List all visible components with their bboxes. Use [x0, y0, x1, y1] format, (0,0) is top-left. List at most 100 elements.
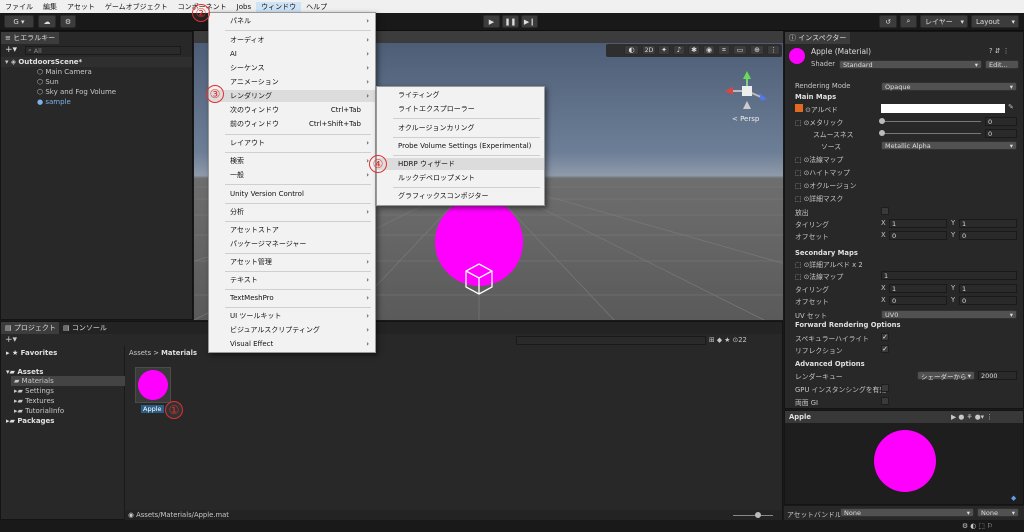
add-icon[interactable]: +▾ — [5, 45, 17, 55]
menu-item-lighting[interactable]: ライティング — [377, 89, 544, 101]
menu-item-next-window[interactable]: 次のウィンドウ Ctrl+Tab — [209, 104, 375, 116]
menu-help[interactable]: ヘルプ — [301, 2, 332, 12]
zoom-slider[interactable] — [733, 515, 773, 516]
menu-item-animation[interactable]: アニメーション › — [209, 76, 375, 88]
specular-checkbox[interactable]: ✓ — [881, 333, 889, 341]
hierarchy-item[interactable]: ● sample — [1, 97, 71, 107]
asset-bundle-variant-dropdown[interactable]: None ▾ — [977, 508, 1019, 517]
sec-offset-y-field[interactable]: 0 — [959, 296, 1017, 305]
menu-item-graphics-compositor[interactable]: グラフィックスコンポジター — [377, 190, 544, 202]
2d-toggle[interactable]: 2D — [642, 45, 656, 55]
gizmos-icon[interactable]: ▭ — [733, 45, 747, 55]
sec-offset-x-field[interactable]: 0 — [889, 296, 947, 305]
sec-normal-value[interactable]: 1 — [881, 271, 1017, 280]
gameobject-cube-icon[interactable] — [464, 262, 494, 296]
rendering-mode-dropdown[interactable]: Opaque ▾ — [881, 82, 1017, 91]
breadcrumb-assets[interactable]: Assets — [129, 349, 151, 357]
console-tab[interactable]: ▤ コンソール — [59, 322, 111, 334]
menu-item-version-control[interactable]: Unity Version Control — [209, 188, 375, 200]
edit-button[interactable]: Edit... — [985, 60, 1019, 69]
tag-icon[interactable]: ◆ — [1011, 494, 1016, 502]
sec-tiling-y-field[interactable]: 1 — [959, 284, 1017, 293]
lighting-icon[interactable]: ✦ — [658, 45, 670, 55]
status-icons[interactable]: ⚙ ◐ ⬚ ⚐ — [962, 522, 993, 530]
step-button[interactable]: ▶❙ — [521, 15, 538, 28]
help-icon[interactable]: ? ⇵ ⋮ — [989, 47, 1009, 55]
menu-item-asset-store[interactable]: アセットストア — [209, 224, 375, 236]
metallic-slider-handle[interactable] — [879, 118, 885, 124]
account-dropdown[interactable]: G ▾ — [4, 15, 34, 28]
packages-row[interactable]: ▸ ▰ Packages — [1, 416, 54, 426]
hierarchy-item[interactable]: ⬡ Sky and Fog Volume — [1, 87, 116, 97]
offset-x-field[interactable]: 0 — [889, 231, 947, 240]
scene-row[interactable]: ▾ ◈ OutdoorsScene* — [1, 57, 192, 67]
albedo-color-field[interactable] — [881, 104, 1005, 113]
hierarchy-tab[interactable]: ≡ ヒエラルキー — [1, 32, 60, 44]
render-queue-dropdown[interactable]: シェーダーから ▾ — [917, 371, 975, 381]
camera-icon[interactable]: ⌗ — [718, 45, 730, 55]
metallic-value[interactable]: 0 — [985, 117, 1017, 126]
audio-icon[interactable]: ♪ — [673, 45, 685, 55]
menu-item-sequences[interactable]: シーケンス › — [209, 62, 375, 74]
search-icon[interactable]: ⌕ — [900, 15, 917, 28]
menu-item-ai[interactable]: AI › — [209, 48, 375, 60]
folder-tutorialinfo[interactable]: ▸ ▰ TutorialInfo — [11, 406, 64, 416]
menu-item-light-explorer[interactable]: ライトエクスプローラー — [377, 103, 544, 115]
asset-apple-label[interactable]: Apple — [141, 405, 164, 413]
play-icon[interactable]: ▶ ● ⚘ ●▾ ⋮ — [951, 413, 993, 421]
menu-item-text[interactable]: テキスト › — [209, 274, 375, 286]
menu-item-occlusion-culling[interactable]: オクルージョンカリング — [377, 122, 544, 134]
menu-item-probe-volume[interactable]: Probe Volume Settings (Experimental) — [377, 140, 544, 152]
play-button[interactable]: ▶ — [483, 15, 500, 28]
menu-item-visual-scripting[interactable]: ビジュアルスクリプティング › — [209, 324, 375, 336]
menu-item-rendering[interactable]: レンダリング › — [209, 90, 375, 102]
texture-icon[interactable] — [795, 104, 803, 112]
emission-checkbox[interactable] — [881, 207, 889, 215]
tiling-x-field[interactable]: 1 — [889, 219, 947, 228]
menu-item-general[interactable]: 一般 › — [209, 169, 375, 181]
menu-item-audio[interactable]: オーディオ › — [209, 34, 375, 46]
favorites-row[interactable]: ▸ ★ Favorites — [1, 348, 57, 358]
uv-set-dropdown[interactable]: UV0 ▾ — [881, 310, 1017, 319]
filter-icons[interactable]: ⊞ ◆ ★ ⊙22 — [709, 336, 747, 344]
zoom-slider-handle[interactable] — [755, 512, 761, 518]
menu-item-analysis[interactable]: 分析 › — [209, 206, 375, 218]
smoothness-slider-handle[interactable] — [879, 130, 885, 136]
menu-window[interactable]: ウィンドウ — [256, 1, 302, 12]
hierarchy-search-input[interactable]: ⌕ All — [25, 46, 181, 55]
project-tab[interactable]: ▤ プロジェクト — [1, 322, 60, 334]
source-dropdown[interactable]: Metallic Alpha ▾ — [881, 141, 1017, 150]
menu-item-ui-toolkit[interactable]: UI ツールキット › — [209, 310, 375, 322]
smoothness-slider-track[interactable] — [881, 133, 981, 134]
persp-label[interactable]: < Persp — [732, 115, 759, 123]
menu-item-package-manager[interactable]: パッケージマネージャー — [209, 238, 375, 250]
menu-item-visual-effect[interactable]: Visual Effect › — [209, 338, 375, 350]
menu-edit[interactable]: 編集 — [38, 2, 62, 12]
draw-mode-icon[interactable]: ◐ — [624, 45, 639, 55]
hierarchy-item[interactable]: ⬡ Main Camera — [1, 67, 92, 77]
render-queue-value[interactable]: 2000 — [978, 371, 1017, 380]
folder-materials[interactable]: ▰ Materials — [11, 376, 125, 386]
inspector-tab[interactable]: ⓘ インスペクター — [785, 32, 851, 44]
smoothness-value[interactable]: 0 — [985, 129, 1017, 138]
shader-dropdown[interactable]: Standard ▾ — [839, 60, 982, 69]
gpu-instancing-checkbox[interactable] — [881, 384, 889, 392]
menu-item-hdrp-wizard[interactable]: HDRP ウィザード — [377, 158, 544, 170]
history-icon[interactable]: ↺ — [879, 15, 897, 28]
hierarchy-item[interactable]: ⬡ Sun — [1, 77, 59, 87]
hidden-objects-icon[interactable]: ◉ — [703, 45, 715, 55]
reflection-checkbox[interactable]: ✓ — [881, 345, 889, 353]
menu-file[interactable]: ファイル — [0, 2, 38, 12]
double-gi-checkbox[interactable] — [881, 397, 889, 405]
tiling-y-field[interactable]: 1 — [959, 219, 1017, 228]
breadcrumb-materials[interactable]: Materials — [161, 349, 197, 357]
settings-icon[interactable]: ⚙ — [60, 15, 76, 28]
more-icon[interactable]: ⋮ — [767, 45, 780, 55]
offset-y-field[interactable]: 0 — [959, 231, 1017, 240]
layers-dropdown[interactable]: レイヤー ▾ — [920, 15, 968, 28]
folder-settings[interactable]: ▸ ▰ Settings — [11, 386, 54, 396]
sec-tiling-x-field[interactable]: 1 — [889, 284, 947, 293]
cloud-icon[interactable]: ☁ — [38, 15, 56, 28]
menu-item-search[interactable]: 検索 › — [209, 155, 375, 167]
eyedropper-icon[interactable]: ✎ — [1008, 103, 1014, 111]
